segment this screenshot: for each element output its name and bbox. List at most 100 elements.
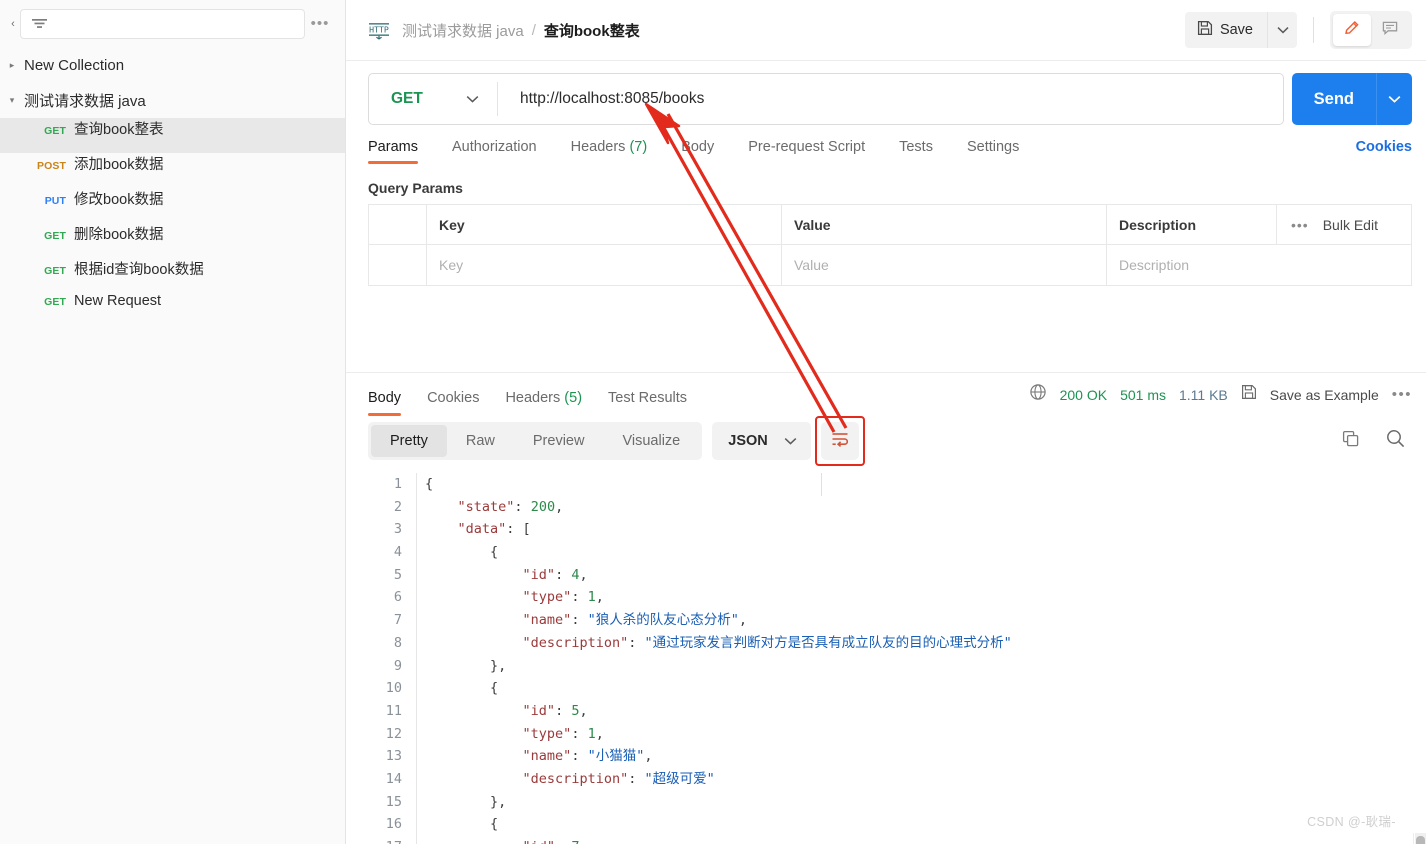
send-options-button[interactable] bbox=[1376, 73, 1412, 125]
code-token: : bbox=[571, 748, 588, 765]
view-mode-visualize[interactable]: Visualize bbox=[603, 425, 699, 457]
tab-pre-request-script[interactable]: Pre-request Script bbox=[748, 139, 865, 164]
tab-settings[interactable]: Settings bbox=[967, 139, 1019, 164]
tab-headers[interactable]: Headers (7) bbox=[571, 139, 648, 164]
copy-icon bbox=[1341, 429, 1361, 454]
copy-response-button[interactable] bbox=[1334, 424, 1368, 458]
code-token: }, bbox=[490, 657, 507, 674]
breadcrumb-parent[interactable]: 测试请求数据 java bbox=[402, 20, 524, 41]
bulk-edit-button[interactable]: Bulk Edit bbox=[1323, 217, 1378, 233]
sidebar-request-item[interactable]: GET 查询book整表 bbox=[0, 118, 345, 153]
tab-label: Cookies bbox=[427, 390, 480, 406]
http-method-select[interactable]: GET bbox=[369, 74, 497, 124]
pencil-icon bbox=[1343, 19, 1361, 42]
code-line: { bbox=[425, 473, 1426, 496]
response-tab-headers[interactable]: Headers (5) bbox=[505, 390, 582, 416]
save-as-example-button[interactable]: Save as Example bbox=[1270, 387, 1379, 403]
column-label: Description bbox=[1119, 216, 1197, 233]
code-content[interactable]: { "state": 200, "data": [ { "id": 4, "ty… bbox=[416, 473, 1426, 844]
request-name: 查询book整表 bbox=[74, 122, 164, 138]
description-input-cell[interactable]: Description bbox=[1107, 245, 1411, 285]
save-button[interactable]: Save bbox=[1184, 12, 1267, 48]
search-response-button[interactable] bbox=[1378, 424, 1412, 458]
search-icon bbox=[1385, 428, 1406, 454]
code-token: : bbox=[555, 839, 571, 844]
query-params-title: Query Params bbox=[368, 180, 463, 196]
code-token: "id" bbox=[523, 839, 556, 844]
select-all-cell[interactable] bbox=[369, 205, 427, 244]
tab-label: Headers bbox=[570, 139, 626, 155]
code-line: "state": 200, bbox=[425, 496, 1426, 519]
tab-tests[interactable]: Tests bbox=[899, 139, 933, 164]
sidebar-request-item[interactable]: GET New Request bbox=[0, 293, 345, 328]
response-tab-test-results[interactable]: Test Results bbox=[608, 390, 687, 416]
chevron-right-icon[interactable]: ▸ bbox=[4, 60, 20, 71]
code-token: "name" bbox=[522, 612, 572, 629]
key-input-cell[interactable]: Key bbox=[427, 245, 782, 285]
code-line: "id": 5, bbox=[425, 700, 1426, 723]
tab-body[interactable]: Body bbox=[681, 139, 714, 164]
url-input[interactable] bbox=[498, 74, 1283, 124]
breadcrumb-bar: HTTP 测试请求数据 java / 查询book整表 Save bbox=[346, 0, 1426, 61]
response-tab-body[interactable]: Body bbox=[368, 390, 402, 416]
code-token: : bbox=[555, 566, 572, 583]
tab-label: Body bbox=[368, 390, 402, 406]
response-more-button[interactable]: ••• bbox=[1392, 387, 1412, 402]
response-size: 1.11 KB bbox=[1179, 386, 1228, 403]
sidebar-collapse-icon[interactable]: ‹ bbox=[6, 18, 20, 30]
tab-authorization[interactable]: Authorization bbox=[452, 139, 537, 164]
bulk-edit-cell: ••• Bulk Edit bbox=[1276, 205, 1411, 244]
response-format-select[interactable]: JSON bbox=[712, 422, 811, 460]
response-body-viewer[interactable]: 1234567891011121314151617 { "state": 200… bbox=[346, 473, 1426, 844]
tab-params[interactable]: Params bbox=[368, 139, 418, 164]
request-name: 删除book数据 bbox=[74, 227, 164, 243]
row-checkbox-cell[interactable] bbox=[369, 245, 427, 285]
code-line: }, bbox=[425, 791, 1426, 814]
send-button-group: Send bbox=[1291, 73, 1412, 125]
tree-item-label: 测试请求数据 java bbox=[24, 93, 146, 110]
tree-item-test-collection[interactable]: ▾ 测试请求数据 java bbox=[0, 83, 345, 118]
tree-item-new-collection[interactable]: ▸ New Collection bbox=[0, 48, 345, 83]
save-options-button[interactable] bbox=[1267, 12, 1297, 48]
scrollbar-thumb[interactable] bbox=[1416, 836, 1425, 844]
view-mode-pretty[interactable]: Pretty bbox=[371, 425, 447, 457]
code-token: "description" bbox=[522, 770, 629, 787]
sidebar-more-button[interactable]: ••• bbox=[305, 16, 335, 31]
view-mode-preview[interactable]: Preview bbox=[514, 425, 604, 457]
code-line: }, bbox=[425, 655, 1426, 678]
view-mode-raw[interactable]: Raw bbox=[447, 425, 514, 457]
request-method-badge: GET bbox=[44, 265, 66, 277]
send-button[interactable]: Send bbox=[1291, 73, 1376, 125]
sidebar-request-item[interactable]: GET 删除book数据 bbox=[0, 223, 345, 258]
annotation-highlight-box bbox=[814, 416, 865, 466]
response-scrollbar[interactable] bbox=[1413, 833, 1426, 844]
sidebar-filter-input[interactable] bbox=[20, 9, 305, 39]
request-name: 添加book数据 bbox=[74, 157, 164, 173]
tab-label: Pre-request Script bbox=[748, 139, 866, 155]
filter-icon bbox=[31, 17, 48, 31]
line-number: 11 bbox=[385, 702, 402, 719]
tab-label: Headers bbox=[505, 390, 561, 406]
view-toggle-group bbox=[1330, 11, 1412, 49]
tab-count: (5) bbox=[564, 390, 583, 406]
table-more-button[interactable]: ••• bbox=[1291, 218, 1309, 232]
wrap-lines-button[interactable] bbox=[814, 416, 865, 466]
postman-window: ‹ ••• ▸ New Collection ▾ 测试请求数据 java GET… bbox=[0, 0, 1426, 844]
response-tab-cookies[interactable]: Cookies bbox=[427, 390, 479, 416]
save-button-label: Save bbox=[1219, 22, 1253, 38]
cookies-link[interactable]: Cookies bbox=[1356, 139, 1412, 164]
line-number-gutter: 1234567891011121314151617 bbox=[346, 473, 416, 844]
sidebar-request-item[interactable]: PUT 修改book数据 bbox=[0, 188, 345, 223]
line-number: 12 bbox=[385, 725, 402, 742]
code-token: , bbox=[555, 498, 564, 515]
sidebar-request-item[interactable]: POST 添加book数据 bbox=[0, 153, 345, 188]
comment-button[interactable] bbox=[1371, 14, 1409, 46]
table-header-row: Key Value Description ••• Bulk Edit bbox=[369, 205, 1411, 245]
breadcrumb-current: 查询book整表 bbox=[543, 22, 640, 40]
edit-mode-button[interactable] bbox=[1333, 14, 1371, 46]
chevron-down-icon[interactable]: ▾ bbox=[4, 95, 20, 106]
code-line: "id": 7, bbox=[425, 836, 1426, 844]
sidebar-request-item[interactable]: GET 根据id查询book数据 bbox=[0, 258, 345, 293]
value-input-cell[interactable]: Value bbox=[782, 245, 1107, 285]
response-status: 200 OK bbox=[1059, 386, 1108, 403]
